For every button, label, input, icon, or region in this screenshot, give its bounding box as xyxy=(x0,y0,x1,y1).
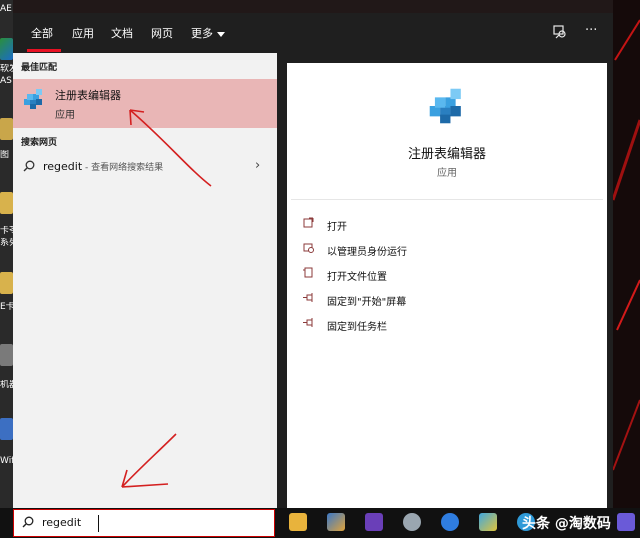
divider xyxy=(291,199,603,200)
pin-icon xyxy=(303,317,317,331)
more-options-icon[interactable]: ··· xyxy=(585,23,597,38)
detail-panel: 注册表编辑器 应用 打开 以管理员身份运行 打开文件位置 固定到"开始"屏幕 固… xyxy=(287,63,607,508)
desktop-icon[interactable] xyxy=(0,418,13,440)
detail-subtitle: 应用 xyxy=(437,168,457,179)
taskbar-app-icon[interactable] xyxy=(327,513,345,531)
start-search-menu: 全部 应用 文档 网页 更多 ··· 最佳匹配 注册表编辑器 应用 搜索网页 r… xyxy=(13,13,613,508)
web-search-text: regedit - 查看网络搜索结果 xyxy=(43,160,163,173)
admin-shield-icon xyxy=(303,242,317,256)
screen: AE 软发 AS 图 卡苓 系列 E卡 机器 Wifi xyxy=(0,0,640,538)
taskbar-app-icon[interactable] xyxy=(403,513,421,531)
wallpaper-streaks xyxy=(613,19,640,471)
search-icon xyxy=(22,516,34,531)
best-match-result[interactable]: 注册表编辑器 应用 xyxy=(13,79,277,128)
desktop-text: AE xyxy=(0,4,12,14)
web-search-suffix: - 查看网络搜索结果 xyxy=(82,163,164,173)
best-match-subtitle: 应用 xyxy=(55,110,75,121)
active-tab-indicator xyxy=(27,49,61,52)
action-pin-to-taskbar-label: 固定到任务栏 xyxy=(327,322,387,333)
desktop-text: AS xyxy=(0,76,12,86)
file-location-icon xyxy=(303,267,317,281)
desktop-icon[interactable] xyxy=(0,38,13,60)
watermark: 头条 @淘数码 xyxy=(522,516,611,532)
best-match-title: 注册表编辑器 xyxy=(55,89,121,102)
tab-documents[interactable]: 文档 xyxy=(111,25,133,41)
web-search-heading: 搜索网页 xyxy=(21,138,58,148)
taskbar: regedit 头条 @淘数码 xyxy=(0,508,640,538)
web-search-result[interactable]: regedit - 查看网络搜索结果 › xyxy=(13,153,277,181)
taskbar-app-icon[interactable] xyxy=(479,513,497,531)
desktop-text: 软发 xyxy=(0,64,13,74)
action-run-as-admin-label: 以管理员身份运行 xyxy=(327,247,407,258)
chevron-right-icon[interactable]: › xyxy=(255,158,260,173)
taskbar-search-box[interactable]: regedit xyxy=(13,509,275,537)
best-match-heading: 最佳匹配 xyxy=(21,63,58,73)
desktop-icon[interactable] xyxy=(0,344,13,366)
desktop-icons-strip: AE 软发 AS 图 卡苓 系列 E卡 机器 Wifi xyxy=(0,0,13,508)
text-caret xyxy=(98,515,99,532)
tab-more-label: 更多 xyxy=(191,27,213,40)
regedit-icon xyxy=(24,89,42,109)
desktop-text: 卡苓 xyxy=(0,226,13,236)
folder-icon[interactable] xyxy=(0,272,13,294)
desktop-icon[interactable] xyxy=(0,118,13,140)
search-input[interactable]: regedit xyxy=(42,516,81,529)
file-explorer-icon[interactable] xyxy=(289,513,307,531)
tab-all[interactable]: 全部 xyxy=(31,25,53,41)
desktop-text: 图 xyxy=(0,150,10,160)
action-open-file-location-label: 打开文件位置 xyxy=(327,272,387,283)
desktop-wallpaper-right xyxy=(613,0,640,508)
chevron-down-icon xyxy=(217,31,225,37)
desktop-text: Wifi xyxy=(0,456,13,466)
search-icon xyxy=(23,160,35,175)
feedback-icon[interactable] xyxy=(553,25,567,43)
pin-icon xyxy=(303,292,317,306)
results-panel: 最佳匹配 注册表编辑器 应用 搜索网页 regedit - 查看网络搜索结果 › xyxy=(13,53,277,508)
filter-tabs: 全部 应用 文档 网页 更多 ··· xyxy=(13,13,613,53)
desktop-text: 系列 xyxy=(0,238,13,248)
web-search-query: regedit xyxy=(43,160,83,173)
action-open-label: 打开 xyxy=(327,222,347,233)
action-pin-to-start-label: 固定到"开始"屏幕 xyxy=(327,297,407,308)
detail-title: 注册表编辑器 xyxy=(407,147,486,162)
open-icon xyxy=(303,217,317,231)
media-player-icon[interactable] xyxy=(441,513,459,531)
taskbar-app-icon[interactable] xyxy=(365,513,383,531)
desktop-text: E卡 xyxy=(0,302,13,312)
folder-icon[interactable] xyxy=(0,192,13,214)
desktop-text: 机器 xyxy=(0,380,13,390)
tab-web[interactable]: 网页 xyxy=(151,25,173,41)
regedit-large-icon xyxy=(429,88,461,124)
taskbar-app-icon[interactable] xyxy=(617,513,635,531)
tab-more[interactable]: 更多 xyxy=(191,25,225,41)
tab-apps[interactable]: 应用 xyxy=(72,25,94,41)
